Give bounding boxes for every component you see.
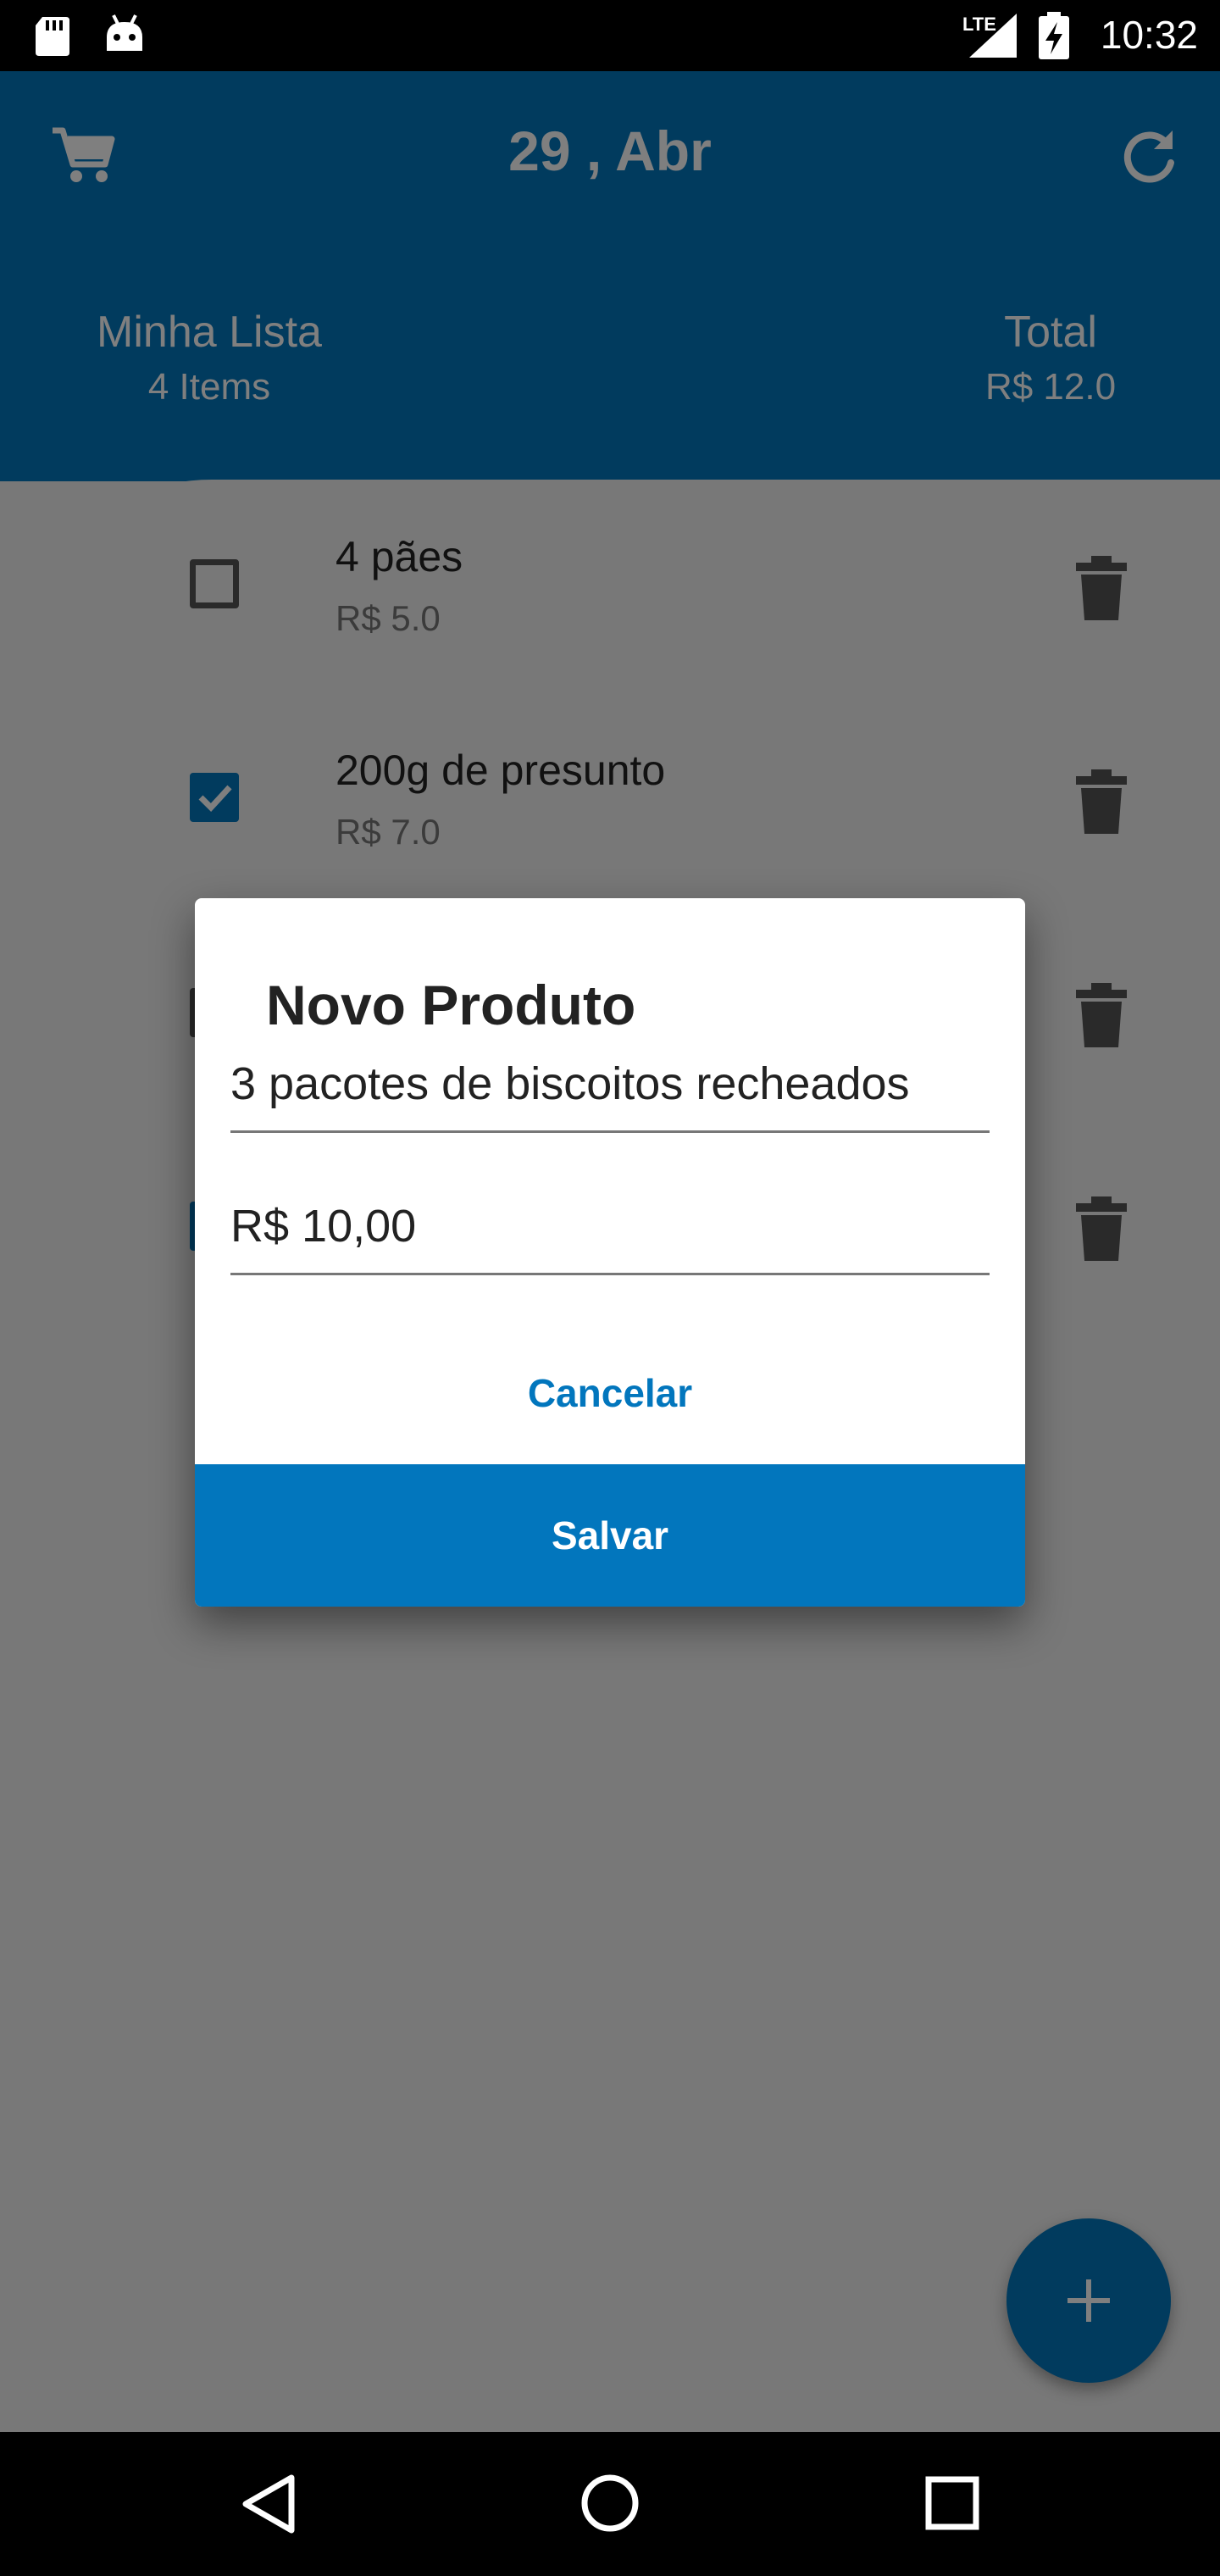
back-icon[interactable] — [239, 2473, 298, 2535]
status-time: 10:32 — [1100, 13, 1198, 57]
product-price-field[interactable]: R$ 10,00 — [230, 1200, 990, 1275]
dialog-title: Novo Produto — [266, 974, 636, 1036]
save-button[interactable]: Salvar — [195, 1464, 1025, 1607]
android-icon — [107, 14, 142, 51]
signal-icon — [969, 14, 1017, 58]
home-icon[interactable] — [580, 2473, 640, 2534]
product-name-field[interactable]: 3 pacotes de biscoitos recheados — [230, 1058, 990, 1133]
status-bar: LTE 10:32 — [0, 0, 1220, 71]
cancel-button[interactable]: Cancelar — [195, 1322, 1025, 1464]
navigation-bar — [0, 2432, 1220, 2576]
recents-icon[interactable] — [925, 2476, 979, 2530]
sd-card-icon — [36, 17, 69, 56]
battery-charging-icon — [1039, 12, 1069, 59]
new-product-dialog: Novo Produto 3 pacotes de biscoitos rech… — [195, 898, 1025, 1607]
